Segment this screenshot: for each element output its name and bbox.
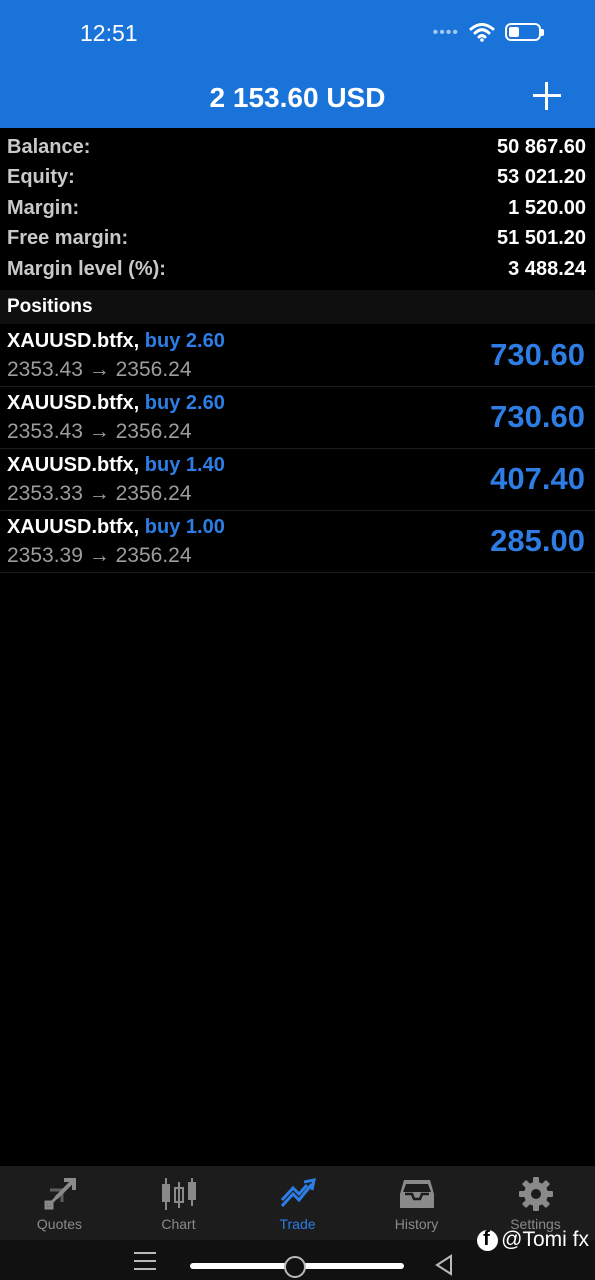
position-symbol: XAUUSD.btfx, bbox=[7, 392, 140, 414]
position-side: buy 2.60 bbox=[144, 392, 225, 414]
position-side: buy 1.00 bbox=[144, 516, 225, 538]
positions-list: XAUUSD.btfx, buy 2.60 2353.43 → 2356.24 … bbox=[0, 325, 595, 573]
recent-apps-icon[interactable] bbox=[134, 1252, 156, 1270]
position-side: buy 2.60 bbox=[144, 330, 225, 352]
position-side: buy 1.40 bbox=[144, 454, 225, 476]
summary-row-free-margin: Free margin: 51 501.20 bbox=[0, 224, 595, 255]
account-summary: Balance: 50 867.60 Equity: 53 021.20 Mar… bbox=[0, 132, 595, 285]
position-symbol-line: XAUUSD.btfx, buy 2.60 bbox=[7, 330, 225, 353]
summary-value: 1 520.00 bbox=[508, 196, 586, 219]
summary-label: Margin: bbox=[7, 196, 80, 219]
position-row[interactable]: XAUUSD.btfx, buy 2.60 2353.43 → 2356.24 … bbox=[0, 325, 595, 387]
position-symbol: XAUUSD.btfx, bbox=[7, 516, 140, 538]
position-row[interactable]: XAUUSD.btfx, buy 2.60 2353.43 → 2356.24 … bbox=[0, 387, 595, 449]
position-prices: 2353.39 → 2356.24 bbox=[7, 544, 192, 568]
position-prices: 2353.43 → 2356.24 bbox=[7, 420, 192, 444]
summary-label: Margin level (%): bbox=[7, 257, 166, 280]
top-bar: 12:51 •••• 2 153.60 USD bbox=[0, 0, 595, 128]
summary-value: 51 501.20 bbox=[497, 227, 586, 250]
account-profit-title: 2 153.60 USD bbox=[209, 82, 386, 113]
back-icon[interactable] bbox=[434, 1254, 454, 1276]
arrow-icon: → bbox=[88, 482, 110, 505]
summary-label: Free margin: bbox=[7, 227, 129, 250]
tab-label: History bbox=[394, 1216, 439, 1232]
plus-icon[interactable] bbox=[529, 78, 565, 114]
position-prices: 2353.33 → 2356.24 bbox=[7, 482, 192, 506]
watermark: @Tomi fx bbox=[477, 1228, 589, 1252]
position-open-price: 2353.43 bbox=[7, 420, 83, 443]
position-row[interactable]: XAUUSD.btfx, buy 1.40 2353.33 → 2356.24 … bbox=[0, 449, 595, 511]
quotes-icon bbox=[44, 1178, 76, 1210]
position-prices: 2353.43 → 2356.24 bbox=[7, 358, 192, 382]
facebook-icon bbox=[477, 1228, 499, 1251]
inbox-icon bbox=[399, 1180, 434, 1208]
position-profit: 407.40 bbox=[490, 461, 585, 496]
tab-history[interactable]: History bbox=[357, 1166, 476, 1240]
candlestick-icon bbox=[161, 1178, 196, 1210]
position-symbol: XAUUSD.btfx, bbox=[7, 330, 140, 352]
position-open-price: 2353.39 bbox=[7, 544, 83, 567]
summary-value: 50 867.60 bbox=[497, 135, 586, 158]
tab-trade[interactable]: Trade bbox=[238, 1166, 357, 1240]
position-current-price: 2356.24 bbox=[115, 420, 192, 443]
tab-label: Trade bbox=[279, 1216, 316, 1232]
tab-label: Quotes bbox=[36, 1216, 83, 1232]
position-row[interactable]: XAUUSD.btfx, buy 1.00 2353.39 → 2356.24 … bbox=[0, 511, 595, 573]
summary-value: 3 488.24 bbox=[508, 257, 586, 280]
arrow-icon: → bbox=[88, 420, 110, 443]
summary-label: Equity: bbox=[7, 166, 75, 189]
position-open-price: 2353.33 bbox=[7, 482, 83, 505]
wifi-icon bbox=[469, 23, 495, 42]
summary-row-equity: Equity: 53 021.20 bbox=[0, 163, 595, 194]
summary-label: Balance: bbox=[7, 135, 91, 158]
tab-quotes[interactable]: Quotes bbox=[0, 1166, 119, 1240]
position-profit: 730.60 bbox=[490, 337, 585, 372]
watermark-text: @Tomi fx bbox=[501, 1228, 589, 1251]
positions-heading: Positions bbox=[0, 290, 595, 324]
summary-row-balance: Balance: 50 867.60 bbox=[0, 132, 595, 163]
position-current-price: 2356.24 bbox=[115, 482, 192, 505]
summary-value: 53 021.20 bbox=[497, 166, 586, 189]
status-time: 12:51 bbox=[80, 20, 138, 46]
tab-chart[interactable]: Chart bbox=[119, 1166, 238, 1240]
position-symbol-line: XAUUSD.btfx, buy 1.40 bbox=[7, 454, 225, 477]
arrow-icon: → bbox=[88, 358, 110, 381]
gear-icon bbox=[518, 1177, 553, 1211]
home-button-icon[interactable] bbox=[284, 1256, 306, 1278]
tab-label: Chart bbox=[161, 1216, 196, 1232]
position-profit: 285.00 bbox=[490, 523, 585, 558]
trade-icon bbox=[280, 1178, 316, 1208]
position-symbol: XAUUSD.btfx, bbox=[7, 454, 140, 476]
position-symbol-line: XAUUSD.btfx, buy 2.60 bbox=[7, 392, 225, 415]
summary-row-margin: Margin: 1 520.00 bbox=[0, 193, 595, 224]
position-current-price: 2356.24 bbox=[115, 358, 192, 381]
position-current-price: 2356.24 bbox=[115, 544, 192, 567]
status-icons: •••• bbox=[432, 22, 544, 42]
arrow-icon: → bbox=[88, 544, 110, 567]
signal-dots-icon: •••• bbox=[432, 24, 459, 41]
position-open-price: 2353.43 bbox=[7, 358, 83, 381]
position-profit: 730.60 bbox=[490, 399, 585, 434]
position-symbol-line: XAUUSD.btfx, buy 1.00 bbox=[7, 516, 225, 539]
battery-icon bbox=[505, 23, 544, 41]
summary-row-margin-level: Margin level (%): 3 488.24 bbox=[0, 254, 595, 285]
